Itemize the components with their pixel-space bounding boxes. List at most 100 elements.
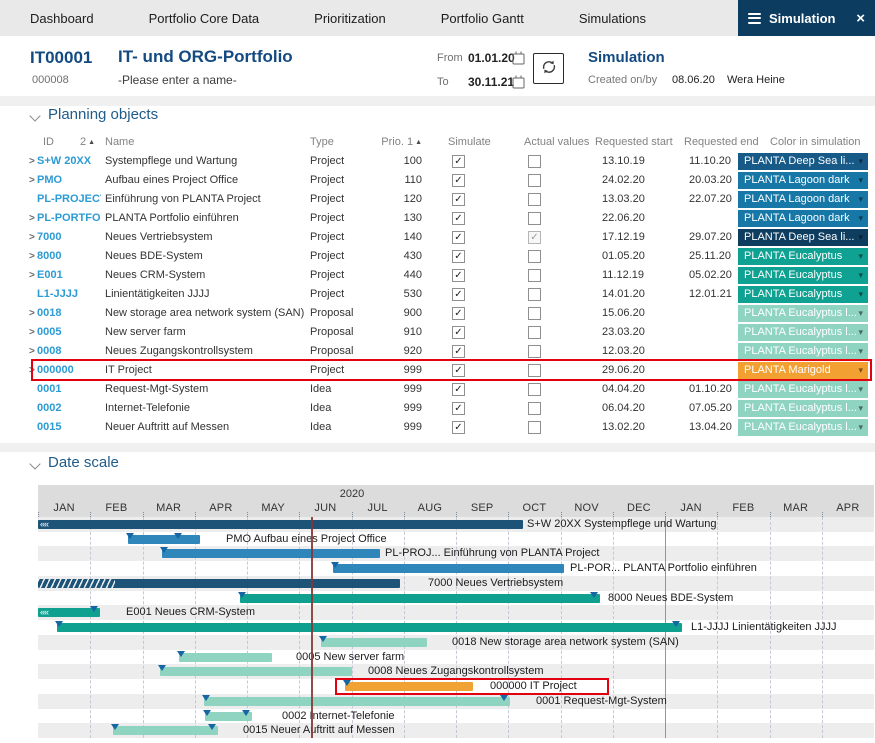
simulate-checkbox[interactable]: ✓	[452, 364, 465, 377]
to-date-value[interactable]: 30.11.21	[468, 75, 514, 89]
collapse-datescale-chevron-icon[interactable]	[29, 458, 40, 469]
expand-chevron-icon[interactable]: >	[29, 228, 35, 247]
portfolio-name-placeholder[interactable]: -Please enter a name-	[118, 73, 237, 87]
nav-tab-simulations[interactable]: Simulations	[579, 11, 646, 26]
simulate-checkbox[interactable]: ✓	[452, 174, 465, 187]
object-id-link[interactable]: E001	[37, 266, 101, 285]
simulate-checkbox[interactable]: ✓	[452, 307, 465, 320]
gantt-bar-PMO[interactable]	[128, 535, 200, 544]
expand-chevron-icon[interactable]: >	[29, 152, 35, 171]
tab-simulation-active[interactable]: Simulation ×	[738, 0, 875, 36]
actual-values-checkbox[interactable]	[528, 364, 541, 377]
simulate-checkbox[interactable]: ✓	[452, 231, 465, 244]
gantt-bar-L1-JJJJ[interactable]	[57, 623, 682, 632]
actual-values-checkbox[interactable]	[528, 307, 541, 320]
gantt-bar-0018[interactable]	[321, 638, 427, 647]
object-id-link[interactable]: 0005	[37, 323, 101, 342]
expand-chevron-icon[interactable]: >	[29, 171, 35, 190]
expand-chevron-icon[interactable]: >	[29, 323, 35, 342]
color-in-simulation-dropdown[interactable]: PLANTA Eucalyptus▾	[738, 286, 868, 303]
expand-chevron-icon[interactable]: >	[29, 304, 35, 323]
expand-chevron-icon[interactable]: >	[29, 342, 35, 361]
simulate-checkbox[interactable]: ✓	[452, 383, 465, 396]
actual-values-checkbox[interactable]	[528, 212, 541, 225]
gantt-bar-8000[interactable]	[240, 594, 600, 603]
object-id-link[interactable]: 0008	[37, 342, 101, 361]
expand-chevron-icon[interactable]: >	[29, 361, 35, 380]
simulate-checkbox[interactable]: ✓	[452, 155, 465, 168]
expand-chevron-icon[interactable]: >	[29, 266, 35, 285]
color-in-simulation-dropdown[interactable]: PLANTA Eucalyptus▾	[738, 267, 868, 284]
column-header-actual-values[interactable]: Actual values	[524, 136, 589, 148]
object-id-link[interactable]: 8000	[37, 247, 101, 266]
column-header-name[interactable]: Name	[105, 136, 134, 148]
color-in-simulation-dropdown[interactable]: PLANTA Eucalyptus l...▾	[738, 343, 868, 360]
actual-values-checkbox[interactable]	[528, 326, 541, 339]
object-id-link[interactable]: 0001	[37, 380, 101, 399]
column-header-simulate[interactable]: Simulate	[448, 136, 491, 148]
column-header-type[interactable]: Type	[310, 136, 334, 148]
simulate-checkbox[interactable]: ✓	[452, 212, 465, 225]
object-id-link[interactable]: S+W 20XX	[37, 152, 101, 171]
color-in-simulation-dropdown[interactable]: PLANTA Lagoon dark▾	[738, 210, 868, 227]
simulate-checkbox[interactable]: ✓	[452, 421, 465, 434]
actual-values-checkbox[interactable]	[528, 383, 541, 396]
color-in-simulation-dropdown[interactable]: PLANTA Lagoon dark▾	[738, 172, 868, 189]
simulate-checkbox[interactable]: ✓	[452, 269, 465, 282]
simulate-checkbox[interactable]: ✓	[452, 345, 465, 358]
nav-tab-portfolio-core-data[interactable]: Portfolio Core Data	[149, 11, 260, 26]
calendar-icon[interactable]	[512, 75, 525, 88]
object-id-link[interactable]: PL-PORTFO...	[37, 209, 101, 228]
expand-chevron-icon[interactable]: >	[29, 247, 35, 266]
gantt-bar-7000[interactable]	[38, 579, 400, 588]
close-tab-icon[interactable]: ×	[856, 11, 865, 26]
actual-values-checkbox[interactable]	[528, 193, 541, 206]
object-id-link[interactable]: 7000	[37, 228, 101, 247]
refresh-button[interactable]	[533, 53, 564, 84]
actual-values-checkbox[interactable]	[528, 250, 541, 263]
column-header-priority[interactable]: Prio. 1▲	[374, 136, 422, 148]
column-header-id-sort[interactable]: 2▲	[80, 136, 95, 148]
nav-tab-portfolio-gantt[interactable]: Portfolio Gantt	[441, 11, 524, 26]
column-header-id[interactable]: ID	[43, 136, 54, 148]
color-in-simulation-dropdown[interactable]: PLANTA Eucalyptus l...▾	[738, 419, 868, 436]
gantt-bar-0001[interactable]	[204, 697, 510, 706]
color-in-simulation-dropdown[interactable]: PLANTA Lagoon dark▾	[738, 191, 868, 208]
column-header-requested-end[interactable]: Requested end	[684, 136, 759, 148]
actual-values-checkbox[interactable]	[528, 155, 541, 168]
object-id-link[interactable]: 000000	[37, 361, 101, 380]
object-id-link[interactable]: PL-PROJECT	[37, 190, 101, 209]
color-in-simulation-dropdown[interactable]: PLANTA Eucalyptus l...▾	[738, 381, 868, 398]
object-id-link[interactable]: 0018	[37, 304, 101, 323]
gantt-bar-S+W 20XX[interactable]: ««	[38, 520, 523, 529]
actual-values-checkbox[interactable]	[528, 402, 541, 415]
gantt-bar-0008[interactable]	[160, 667, 352, 676]
gantt-bar-0005[interactable]	[179, 653, 272, 662]
column-header-color[interactable]: Color in simulation	[770, 136, 860, 148]
actual-values-checkbox[interactable]	[528, 288, 541, 301]
column-header-requested-start[interactable]: Requested start	[595, 136, 673, 148]
color-in-simulation-dropdown[interactable]: PLANTA Eucalyptus l...▾	[738, 305, 868, 322]
simulate-checkbox[interactable]: ✓	[452, 250, 465, 263]
nav-tab-prioritization[interactable]: Prioritization	[314, 11, 386, 26]
actual-values-checkbox[interactable]	[528, 345, 541, 358]
color-in-simulation-dropdown[interactable]: PLANTA Eucalyptus l...▾	[738, 324, 868, 341]
collapse-planning-chevron-icon[interactable]	[29, 110, 40, 121]
object-id-link[interactable]: 0015	[37, 418, 101, 437]
simulate-checkbox[interactable]: ✓	[452, 288, 465, 301]
calendar-icon[interactable]	[512, 51, 525, 64]
gantt-bar-000000[interactable]	[345, 682, 473, 691]
object-id-link[interactable]: 0002	[37, 399, 101, 418]
object-id-link[interactable]: L1-JJJJ	[37, 285, 101, 304]
simulate-checkbox[interactable]: ✓	[452, 402, 465, 415]
actual-values-checkbox[interactable]: ✓	[528, 231, 541, 244]
color-in-simulation-dropdown[interactable]: PLANTA Deep Sea li...▾	[738, 153, 868, 170]
expand-chevron-icon[interactable]: >	[29, 209, 35, 228]
from-date-value[interactable]: 01.01.20	[468, 51, 515, 65]
actual-values-checkbox[interactable]	[528, 269, 541, 282]
gantt-bar-PL-PORTFO[interactable]	[333, 564, 564, 573]
nav-tab-dashboard[interactable]: Dashboard	[30, 11, 94, 26]
color-in-simulation-dropdown[interactable]: PLANTA Marigold▾	[738, 362, 868, 379]
hamburger-menu-icon[interactable]	[748, 10, 761, 26]
color-in-simulation-dropdown[interactable]: PLANTA Eucalyptus▾	[738, 248, 868, 265]
